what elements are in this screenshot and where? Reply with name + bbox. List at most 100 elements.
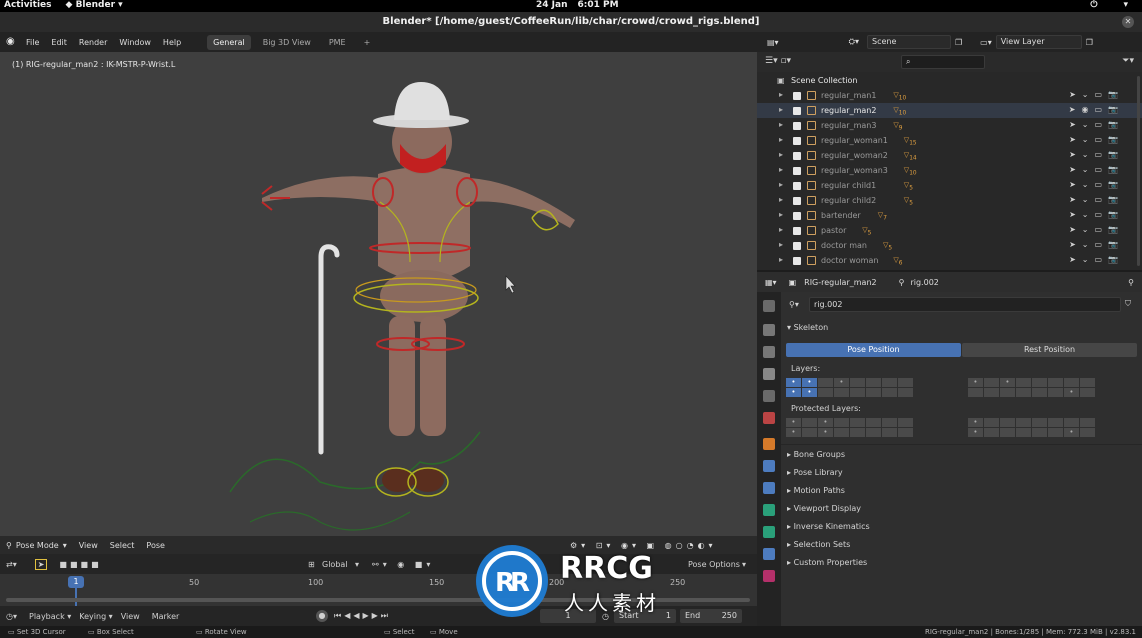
visibility-toggles[interactable]: ➤ ⌄ ▭ 📷 (1069, 135, 1118, 144)
bone-layers-b[interactable]: • • • (968, 378, 1095, 397)
object-tab-icon[interactable] (763, 438, 775, 450)
layer-cell[interactable] (898, 418, 913, 427)
outliner-scrollbar[interactable] (1137, 76, 1140, 266)
app-menu[interactable]: ◆ Blender ▾ (66, 0, 123, 10)
armature-datablock-field[interactable]: rig.002 (809, 297, 1121, 312)
exclude-checkbox[interactable] (793, 242, 801, 250)
visibility-toggles[interactable]: ➤ ⌄ ▭ 📷 (1069, 195, 1118, 204)
properties-editor-icon[interactable]: ▦▾ (765, 278, 777, 287)
menu-keying[interactable]: Keying ▾ (79, 612, 112, 621)
visibility-toggles[interactable]: ➤ ⌄ ▭ 📷 (1069, 165, 1118, 174)
pose-position-button[interactable]: Pose Position (786, 343, 961, 357)
exclude-checkbox[interactable] (793, 182, 801, 190)
layer-cell[interactable]: • (1000, 378, 1015, 387)
layer-cell[interactable] (968, 388, 983, 397)
editor-type-icon[interactable]: ▤▾ (767, 38, 779, 47)
layer-cell[interactable] (1016, 388, 1031, 397)
menu-window[interactable]: Window (119, 38, 151, 47)
layer-cell[interactable] (1048, 378, 1063, 387)
layer-cell[interactable]: • (802, 378, 817, 387)
panel-pose-library[interactable]: ▸ Pose Library (787, 468, 843, 477)
menu-playback[interactable]: Playback ▾ (29, 612, 71, 621)
layer-cell[interactable] (1048, 428, 1063, 437)
layer-cell[interactable]: • (1064, 388, 1079, 397)
visibility-toggles[interactable]: ➤ ⌄ ▭ 📷 (1069, 225, 1118, 234)
layer-cell[interactable] (834, 388, 849, 397)
layer-cell[interactable] (1080, 428, 1095, 437)
exclude-checkbox[interactable] (793, 107, 801, 115)
layer-cell[interactable] (850, 378, 865, 387)
layer-cell[interactable] (1064, 418, 1079, 427)
visibility-toggles[interactable]: ➤ ⌄ ▭ 📷 (1069, 120, 1118, 129)
view-layer-field[interactable]: View Layer (995, 35, 1082, 49)
outliner-row[interactable]: ▸ regular child2 ▽5 ➤ ⌄ ▭ 📷 (757, 193, 1142, 208)
menu-edit[interactable]: Edit (51, 38, 67, 47)
texture-tab-icon[interactable] (763, 570, 775, 582)
output-tab-icon[interactable] (763, 346, 775, 358)
protected-layers-b[interactable]: • • • (968, 418, 1095, 437)
3d-viewport[interactable]: (1) RIG-regular_man2 : IK-MSTR-P-Wrist.L (0, 52, 757, 536)
layer-cell[interactable] (1016, 378, 1031, 387)
layer-cell[interactable]: • (786, 428, 801, 437)
outliner-item-name[interactable]: regular_woman3 (821, 166, 888, 175)
orientation-chevron-icon[interactable]: ▾ (355, 560, 359, 569)
layer-cell[interactable] (802, 428, 817, 437)
layer-cell[interactable] (882, 388, 897, 397)
close-window-button[interactable]: ✕ (1122, 16, 1134, 28)
expand-arrow-icon[interactable]: ▸ (779, 135, 783, 144)
tool-tab-icon[interactable] (763, 300, 775, 312)
new-scene-icon[interactable]: ❐ (955, 38, 962, 47)
outliner-row[interactable]: ▸ regular_man1 ▽10 ➤ ⌄ ▭ 📷 (757, 88, 1142, 103)
outliner-row[interactable]: ▸ doctor woman ▽6 ➤ ⌄ ▭ 📷 (757, 253, 1142, 268)
outliner-item-name[interactable]: regular_man2 (821, 106, 876, 115)
panel-selection-sets[interactable]: ▸ Selection Sets (787, 540, 850, 549)
expand-arrow-icon[interactable]: ▸ (779, 120, 783, 129)
editor-type-icon-2[interactable]: ⇄▾ (6, 560, 17, 569)
outliner-row[interactable]: ▸ pastor ▽5 ➤ ⌄ ▭ 📷 (757, 223, 1142, 238)
clock[interactable]: 24 Jan 6:01 PM (536, 0, 619, 10)
menu-marker[interactable]: Marker (152, 612, 180, 621)
menu-help[interactable]: Help (163, 38, 181, 47)
visibility-toggles[interactable]: ➤ ⌄ ▭ 📷 (1069, 90, 1118, 99)
layer-cell[interactable] (866, 428, 881, 437)
exclude-checkbox[interactable] (793, 212, 801, 220)
layer-cell[interactable] (882, 418, 897, 427)
panel-inverse-kinematics[interactable]: ▸ Inverse Kinematics (787, 522, 870, 531)
view-layer-tab-icon[interactable] (763, 368, 775, 380)
power-icon[interactable]: ⏻ (1090, 0, 1097, 10)
menu-view[interactable]: View (79, 541, 98, 550)
layer-cell[interactable] (1048, 388, 1063, 397)
layer-cell[interactable] (1000, 418, 1015, 427)
outliner-search-input[interactable]: ⌕ (901, 55, 985, 69)
layer-cell[interactable] (834, 428, 849, 437)
menu-render[interactable]: Render (79, 38, 107, 47)
visibility-toggles[interactable]: ➤ ⌄ ▭ 📷 (1069, 240, 1118, 249)
layer-cell[interactable] (1016, 428, 1031, 437)
visibility-toggles[interactable]: ➤ ⌄ ▭ 📷 (1069, 210, 1118, 219)
expand-arrow-icon[interactable]: ▸ (779, 150, 783, 159)
blender-logo-icon[interactable]: ◉ (6, 37, 20, 47)
layer-cell[interactable] (1048, 418, 1063, 427)
timeline-editor-icon[interactable]: ◷▾ (6, 612, 17, 621)
layer-cell[interactable] (802, 418, 817, 427)
skeleton-panel-header[interactable]: ▾ Skeleton (787, 323, 828, 332)
layer-cell[interactable] (1032, 388, 1047, 397)
exclude-checkbox[interactable] (793, 122, 801, 130)
fake-user-icon[interactable]: ⛉ (1125, 299, 1131, 309)
exclude-checkbox[interactable] (793, 197, 801, 205)
activities-button[interactable]: Activities (4, 0, 52, 10)
record-button[interactable]: ● (316, 610, 328, 622)
visibility-toggles[interactable]: ➤ ◉ ▭ 📷 (1069, 105, 1118, 114)
layer-cell[interactable]: • (786, 418, 801, 427)
world-tab-icon[interactable] (763, 412, 775, 424)
outliner-row[interactable]: ▸ regular_woman1 ▽15 ➤ ⌄ ▭ 📷 (757, 133, 1142, 148)
layer-cell[interactable] (1080, 418, 1095, 427)
context-armature[interactable]: rig.002 (910, 278, 938, 287)
layer-cell[interactable] (984, 428, 999, 437)
outliner-display-mode-icon[interactable]: ☰▾ ▫▾ (765, 56, 791, 66)
menu-file[interactable]: File (26, 38, 39, 47)
end-frame-field[interactable]: End 250 (680, 609, 742, 623)
scene-field[interactable]: Scene (867, 35, 951, 49)
outliner-item-name[interactable]: doctor woman (821, 256, 878, 265)
mode-dropdown-icon[interactable]: ▾ (63, 541, 67, 550)
